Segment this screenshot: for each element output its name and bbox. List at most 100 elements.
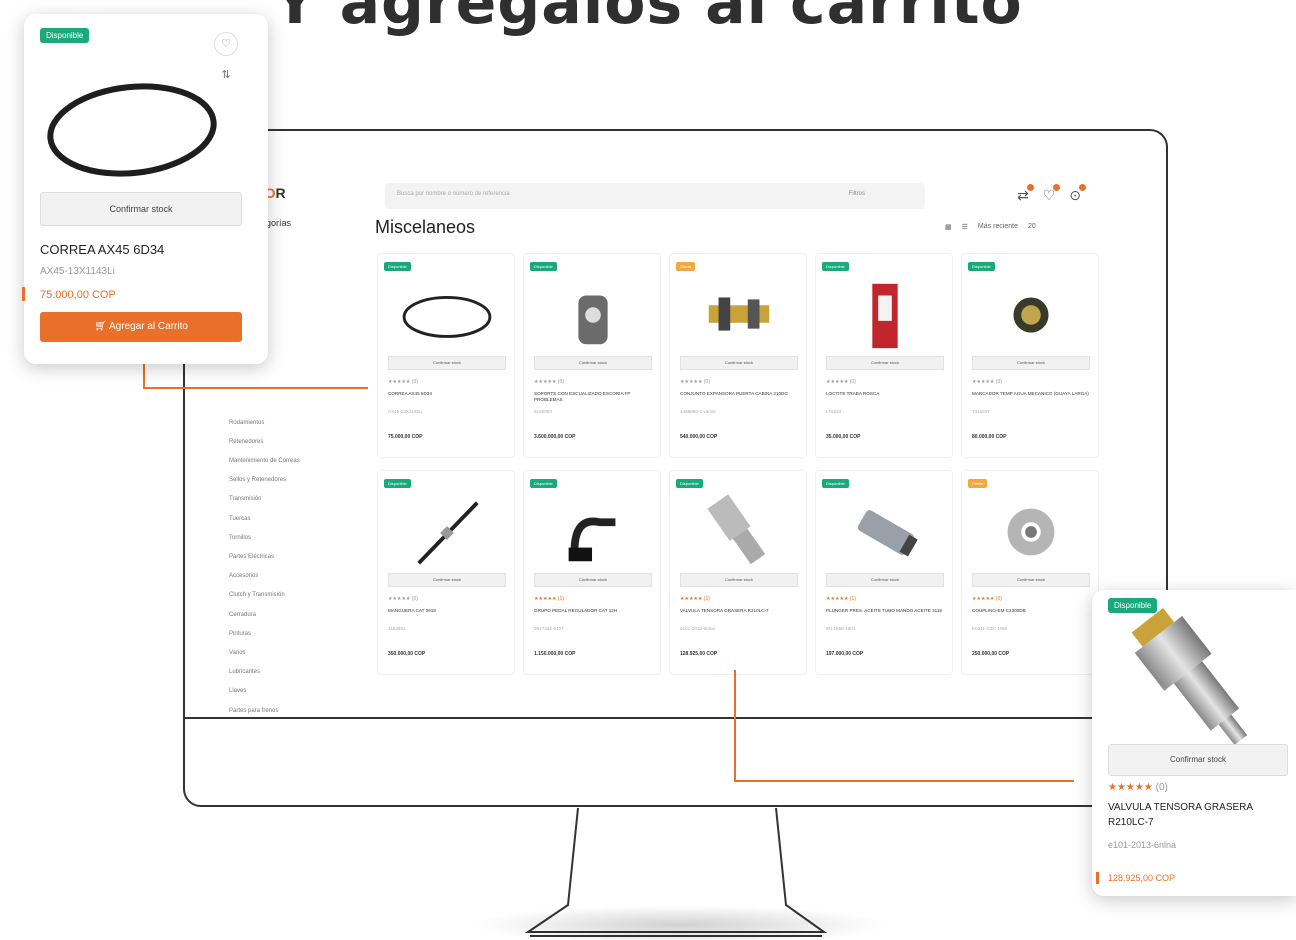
confirm-stock-button[interactable]: Confirmar stock [680,573,798,587]
product-image[interactable] [836,493,934,571]
product-card[interactable]: Oferta Confirmar stock ★★★★★ (0) CONJUNTO E… [669,253,807,458]
connector-line [143,364,145,389]
product-image [1131,607,1248,744]
sidebar-category[interactable]: Tuercas [225,510,365,529]
availability-badge: Disponible [822,262,849,271]
product-card[interactable]: Disponible Confirmar stock ★★★★★ (1) PLUNGE… [815,470,953,675]
compare-icon[interactable]: ⇄ [1017,184,1034,204]
product-card[interactable]: Disponible Confirmar stock ★★★★★ (0) SOPORT… [523,253,661,458]
sidebar-category[interactable] [225,375,365,394]
product-sku: e101-2013-6nlna [680,626,715,631]
price-marker [1096,872,1099,884]
sidebar-category[interactable]: Tornillos [225,529,365,548]
product-card[interactable]: Disponible Confirmar stock ★★★★★ (0) MARCAD… [961,253,1099,458]
product-image[interactable] [690,276,788,354]
filter-dropdown[interactable]: Filtros [849,191,865,197]
per-page-select[interactable]: 20 [1028,223,1036,231]
sort-select[interactable]: Más reciente [978,223,1018,231]
availability-badge: Disponible [968,262,995,271]
product-card[interactable]: Disponible Confirmar stock ★★★★★ (0) LOCTIT… [815,253,953,458]
sidebar-category[interactable]: Clutch y Transmisión [225,586,365,605]
sidebar-category[interactable]: Partes Eléctricas [225,548,365,567]
product-card[interactable]: Disponible Confirmar stock ★★★★★ (0) CORREA… [377,253,515,458]
confirm-stock-button[interactable]: Confirmar stock [388,356,506,370]
list-view-icon[interactable]: ☰ [962,223,968,231]
sidebar-category[interactable] [225,395,365,414]
confirm-stock-button[interactable]: Confirmar stock [534,356,652,370]
heart-icon[interactable]: ♡ [1043,184,1061,204]
product-sku: K0311-C3K-4460 [972,626,1008,631]
product-name[interactable]: PLUNGER PRES. ACEITE TUBO MANDO ACEITE 3… [826,608,944,614]
price-marker [22,287,25,301]
product-image[interactable] [398,276,496,354]
product-name[interactable]: VALVULA TENSORA GRASERA R210LC-7 [1108,800,1278,830]
product-name[interactable]: LOCTITE TRABA ROSCA [826,391,944,397]
availability-badge: Disponible [676,479,703,488]
product-name[interactable]: COUPLING-EM C2300DB [972,608,1090,614]
page-title: Miscelaneos [375,217,476,237]
confirm-stock-button[interactable]: Confirmar stock [972,356,1090,370]
product-name[interactable]: VALVULA TENSORA GRASERA R210LC-7 [680,608,798,614]
confirm-stock-button[interactable]: Confirmar stock [972,573,1090,587]
product-price: 128.925,00 COP [680,651,718,657]
product-name[interactable]: GRUPO PEDAL REGULADOR CAT 12H [534,608,652,614]
availability-badge: Oferta [968,479,988,488]
product-name[interactable]: CORREA AX45 6D34 [388,391,506,397]
search-placeholder: Busca por nombre o número de referencia [397,191,510,197]
product-grid: Disponible Confirmar stock ★★★★★ (0) CORREA… [377,253,1099,675]
sidebar-category[interactable]: Cerradura [225,606,365,625]
product-image[interactable] [398,493,496,571]
product-card[interactable]: Disponible Confirmar stock ★★★★★ (1) GRUPO … [523,470,661,675]
sidebar-category[interactable]: Llaves [225,682,365,701]
confirm-stock-button[interactable]: Confirmar stock [826,573,944,587]
sidebar-category[interactable]: Sellos y Retenedores [225,471,365,490]
search-bar[interactable]: Busca por nombre o número de referencia … [385,183,925,209]
product-name[interactable]: MANGUERA CAT 0918 [388,608,506,614]
add-to-cart-button[interactable]: 🛒︎ Agregar al Carrito [40,312,242,342]
rating-stars: ★★★★★ (1) [534,596,564,602]
sidebar-category[interactable]: Transmisión [225,490,365,509]
product-name[interactable]: SOPORTE CON ESCUALIZADO ESCORIA FP PROBL… [534,391,652,403]
confirm-stock-button[interactable]: Confirmar stock [40,192,242,226]
confirm-stock-button[interactable]: Confirmar stock [826,356,944,370]
sidebar-category[interactable]: Accesorios [225,567,365,586]
availability-badge: Disponible [530,262,557,271]
connector-line [143,387,368,389]
confirm-stock-button[interactable]: Confirmar stock [1108,744,1288,776]
product-card[interactable]: Oferta Confirmar stock ★★★★★ (0) COUPLING-E… [961,470,1099,675]
featured-product-card: Disponible Confirmar stock ★★★★★ (0) VAL… [1092,590,1296,896]
product-price: 128.925,00 COP [1108,873,1176,883]
rating-stars: ★★★★★ (0) [534,379,564,385]
product-name[interactable]: CORREA AX45 6D34 [40,242,164,257]
product-name[interactable]: MARCADOR TEMP AGUA MECANICO (GUAYA LARGA… [972,391,1090,397]
product-name[interactable]: CONJUNTO EXPANSORA PUERTA CABINA 210DG [680,391,798,397]
sidebar-category[interactable]: Partes para frenos [225,702,365,721]
product-image[interactable] [982,493,1080,571]
product-image[interactable] [544,493,642,571]
sidebar-category[interactable]: Retenedores [225,433,365,452]
sidebar-category[interactable]: Lubricantes [225,663,365,682]
sidebar-category[interactable]: Varios [225,644,365,663]
availability-badge: Disponible [822,479,849,488]
confirm-stock-button[interactable]: Confirmar stock [680,356,798,370]
product-image[interactable] [544,276,642,354]
availability-badge: Oferta [676,262,696,271]
sidebar-category[interactable]: Rodamientos [225,414,365,433]
product-price: 80.000,00 COP [972,434,1007,440]
rating-stars: ★★★★★ (0) [972,596,1002,602]
sidebar-category[interactable]: Pinturas [225,625,365,644]
sidebar-category[interactable]: Mantenimiento de Correas [225,452,365,471]
product-sku: AX45-13X1143Li [388,409,423,414]
product-card[interactable]: Disponible Confirmar stock ★★★★★ (0) MANGUE… [377,470,515,675]
monitor: STOR categorías Busca por nombre o númer… [183,129,1168,807]
confirm-stock-button[interactable]: Confirmar stock [388,573,506,587]
product-image[interactable] [690,493,788,571]
product-image[interactable] [982,276,1080,354]
product-card[interactable]: Disponible Confirmar stock ★★★★★ (1) VALVUL… [669,470,807,675]
cart-icon[interactable]: ⊙ [1069,184,1087,204]
grid-view-icon[interactable]: ▦ [945,223,952,231]
floor-shadow [470,905,890,940]
confirm-stock-button[interactable]: Confirmar stock [534,573,652,587]
product-image[interactable] [836,276,934,354]
heart-icon[interactable]: ♡ [214,32,238,56]
